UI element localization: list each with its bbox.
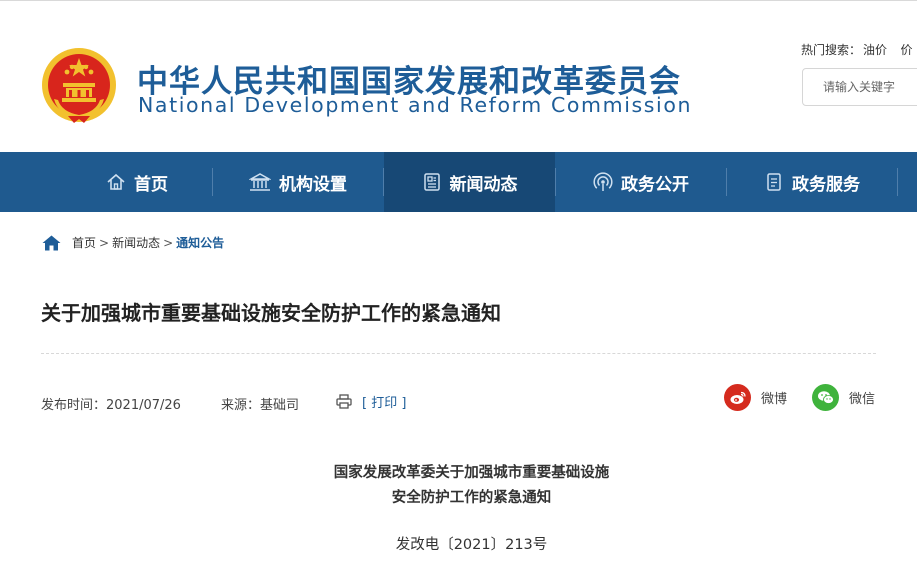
nav-item-institutions[interactable]: 机构设置 [213, 152, 383, 212]
document-heading-line: 国家发展改革委关于加强城市重要基础设施 [333, 465, 610, 481]
publish-time: 发布时间：2021/07/26 [41, 398, 181, 413]
nav-item-home[interactable]: 首页 [62, 152, 212, 212]
site-title-english: National Development and Reform Commissi… [138, 93, 693, 117]
home-icon [107, 173, 125, 190]
nav-item-label: 政务服务 [792, 174, 860, 195]
print-label: [ 打印 ] [362, 396, 407, 411]
nav-item-government-services[interactable]: 政务服务 [727, 152, 897, 212]
search-input[interactable] [803, 69, 917, 105]
site-header: 中华人民共和国国家发展和改革委员会 National Development a… [0, 1, 917, 152]
breadcrumb-separator: > [99, 235, 110, 250]
national-emblem-logo[interactable] [40, 45, 118, 125]
search-box [802, 68, 917, 106]
weibo-icon [724, 384, 751, 411]
document-heading-line: 安全防护工作的紧急通知 [391, 490, 552, 506]
nav-item-label: 机构设置 [279, 174, 347, 195]
document-heading: 国家发展改革委关于加强城市重要基础设施 安全防护工作的紧急通知 [0, 461, 917, 511]
article-source: 来源：基础司 [221, 398, 300, 413]
share-wechat-button[interactable]: 微信 [812, 384, 875, 411]
hot-search-label: 热门搜索： [801, 43, 862, 57]
wechat-icon [812, 384, 839, 411]
institution-icon [249, 173, 271, 191]
share-wechat-label: 微信 [849, 392, 876, 407]
breadcrumb: 首页 > 新闻动态 > 通知公告 [42, 234, 224, 251]
breadcrumb-separator: > [163, 235, 174, 250]
broadcast-icon [593, 172, 613, 191]
share-weibo-label: 微博 [761, 392, 788, 407]
article-title: 关于加强城市重要基础设施安全防护工作的紧急通知 [41, 301, 501, 325]
hot-search: 热门搜索： 油价 价 [801, 41, 913, 58]
document-icon [767, 173, 781, 191]
hot-search-keyword[interactable]: 油价 [863, 43, 887, 57]
news-icon [423, 173, 440, 191]
hot-search-keyword[interactable]: 价 [900, 43, 912, 57]
nav-item-news[interactable]: 新闻动态 [384, 152, 555, 212]
nav-item-government-affairs[interactable]: 政务公开 [556, 152, 726, 212]
breadcrumb-notices-link[interactable]: 通知公告 [176, 234, 224, 251]
breadcrumb-home-link[interactable]: 首页 [72, 234, 96, 251]
nav-item-label: 新闻动态 [449, 174, 518, 195]
home-icon[interactable] [42, 235, 61, 251]
nav-item-label: 政务公开 [621, 174, 689, 195]
nav-separator [897, 168, 898, 196]
document-number: 发改电〔2021〕213号 [395, 537, 548, 553]
print-button[interactable]: [ 打印 ] [336, 392, 406, 411]
breadcrumb-news-link[interactable]: 新闻动态 [112, 234, 160, 251]
printer-icon [336, 394, 352, 409]
main-nav: 首页 机构设置 新闻动态 政务公开 政务服务 [0, 152, 917, 212]
nav-item-label: 首页 [134, 174, 168, 195]
share-weibo-button[interactable]: 微博 [724, 384, 787, 411]
title-divider [41, 353, 876, 354]
